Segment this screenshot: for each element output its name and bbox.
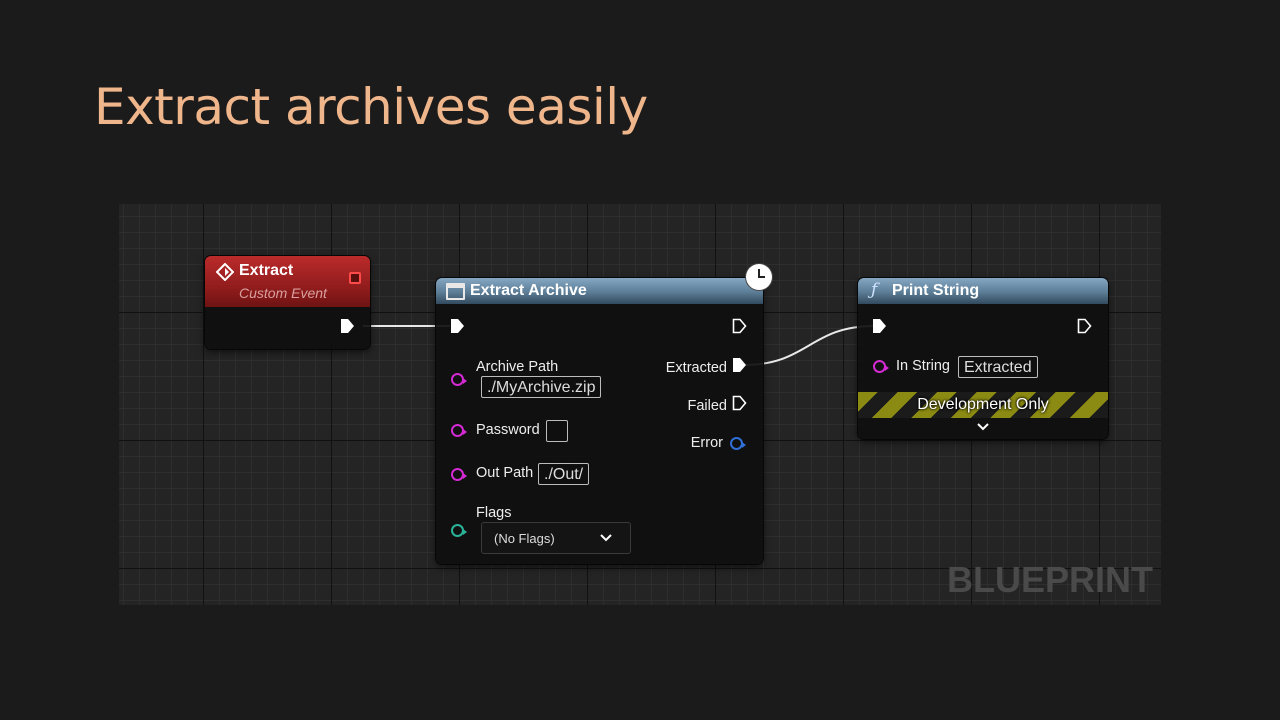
archive-path-field[interactable]: ./MyArchive.zip xyxy=(481,376,602,398)
clock-icon xyxy=(746,264,772,290)
print-node-title: Print String xyxy=(892,282,980,299)
failed-exec-pin[interactable] xyxy=(732,395,747,411)
blueprint-watermark: BLUEPRINT xyxy=(947,559,1153,600)
extract-node-title: Extract Archive xyxy=(470,282,587,299)
development-only-label: Development Only xyxy=(917,396,1049,413)
out-path-field[interactable]: ./Out/ xyxy=(538,463,590,485)
event-node-title: Extract xyxy=(239,262,294,279)
print-exec-in-pin[interactable] xyxy=(872,318,887,334)
password-label: Password xyxy=(476,422,540,438)
archive-path-pin[interactable] xyxy=(451,373,467,386)
out-path-label: Out Path xyxy=(476,465,534,481)
function-icon: ƒ xyxy=(871,280,878,300)
blueprint-graph-canvas[interactable]: Extract Custom Event Extract Archive Arc… xyxy=(119,204,1161,605)
extract-exec-then-pin[interactable] xyxy=(732,318,747,334)
flags-dropdown-value: (No Flags) xyxy=(494,531,555,546)
error-label: Error xyxy=(690,435,723,451)
archive-path-label: Archive Path xyxy=(476,359,559,375)
extract-archive-node[interactable]: Extract Archive Archive Path ./MyArchive… xyxy=(436,264,772,564)
out-path-pin[interactable] xyxy=(451,468,467,481)
expand-chevron-icon[interactable] xyxy=(977,423,989,431)
extract-exec-in-pin[interactable] xyxy=(450,318,465,334)
event-exec-out-pin[interactable] xyxy=(340,318,355,334)
macro-node-icon xyxy=(446,283,465,300)
password-pin[interactable] xyxy=(451,424,467,437)
event-node-subtitle: Custom Event xyxy=(239,285,327,301)
stop-square-icon[interactable] xyxy=(349,272,361,284)
custom-event-node[interactable]: Extract Custom Event xyxy=(205,256,370,349)
extracted-exec-pin[interactable] xyxy=(732,357,747,373)
print-node-header: ƒ Print String xyxy=(858,278,1108,304)
flags-label: Flags xyxy=(476,505,512,521)
flags-pin[interactable] xyxy=(451,524,467,537)
event-diamond-icon xyxy=(216,263,234,281)
event-node-header: Extract Custom Event xyxy=(205,256,370,307)
extracted-label: Extracted xyxy=(665,360,727,376)
in-string-label: In String xyxy=(896,358,950,374)
failed-label: Failed xyxy=(687,398,728,414)
print-exec-out-pin[interactable] xyxy=(1077,318,1092,334)
error-pin[interactable] xyxy=(730,437,746,450)
password-field[interactable] xyxy=(546,420,568,442)
extract-node-header: Extract Archive xyxy=(436,278,763,304)
in-string-pin[interactable] xyxy=(873,360,889,373)
in-string-field[interactable]: Extracted xyxy=(958,356,1038,378)
print-string-node[interactable]: ƒ Print String In String Extracted Devel… xyxy=(858,278,1108,439)
flags-dropdown[interactable]: (No Flags) xyxy=(481,522,631,554)
slide-title: Extract archives easily xyxy=(94,78,648,136)
dropdown-chevron-icon xyxy=(600,534,612,542)
